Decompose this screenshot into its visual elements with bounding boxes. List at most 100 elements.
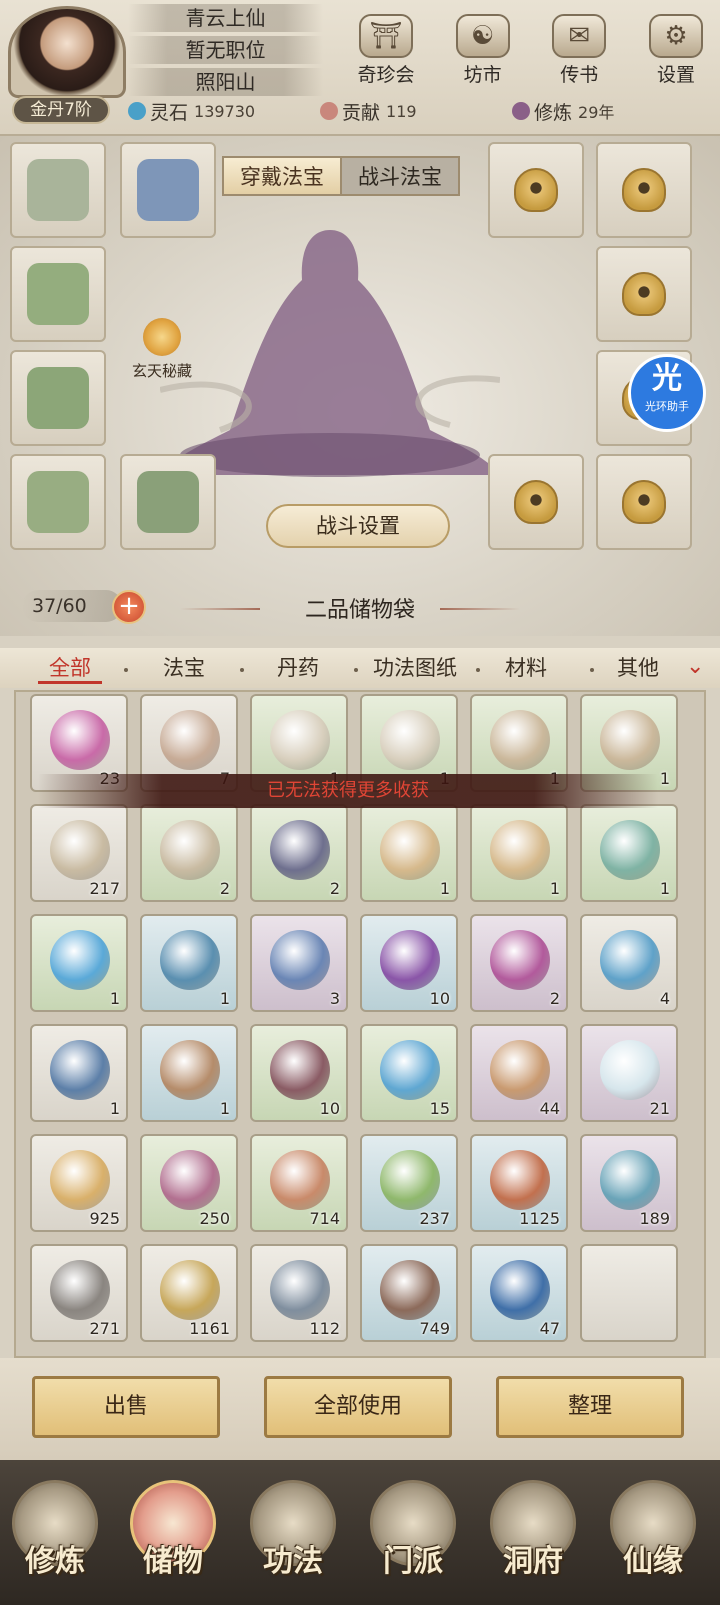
nav-sect[interactable]: 门派 bbox=[358, 1480, 468, 1580]
locked-slot[interactable] bbox=[596, 142, 692, 238]
nav-fate[interactable]: 仙缘 bbox=[598, 1480, 708, 1580]
inventory-item[interactable]: 2 bbox=[250, 804, 348, 902]
inventory-item[interactable]: 1 bbox=[470, 804, 568, 902]
locked-slot[interactable] bbox=[596, 454, 692, 550]
inventory-item[interactable]: 21 bbox=[580, 1024, 678, 1122]
inventory-item[interactable]: 2 bbox=[140, 804, 238, 902]
settings-button[interactable]: ⚙ 设置 bbox=[636, 14, 716, 87]
gloves-icon bbox=[27, 367, 89, 429]
nav-manuals[interactable]: 功法 bbox=[238, 1480, 348, 1580]
item-quantity: 1 bbox=[109, 1099, 120, 1118]
inventory-item[interactable]: 4 bbox=[580, 914, 678, 1012]
letters-button[interactable]: ✉ 传书 bbox=[539, 14, 619, 87]
tab-treasure[interactable]: 法宝 bbox=[152, 652, 216, 684]
chevron-down-icon[interactable]: ⌄ bbox=[686, 654, 704, 679]
nav-storage[interactable]: 储物 bbox=[118, 1480, 228, 1580]
tab-battle-treasure[interactable]: 战斗法宝 bbox=[342, 156, 460, 196]
pants-slot[interactable] bbox=[10, 454, 106, 550]
inventory-item[interactable]: 1161 bbox=[140, 1244, 238, 1342]
inventory-item[interactable]: 217 bbox=[30, 804, 128, 902]
market-button[interactable]: ☯ 坊市 bbox=[443, 14, 523, 87]
contribution-label: 贡献 bbox=[342, 101, 381, 124]
item-quantity: 47 bbox=[539, 1319, 560, 1338]
inventory-item[interactable]: 925 bbox=[30, 1134, 128, 1232]
item-icon bbox=[600, 820, 660, 880]
inventory-item[interactable]: 10 bbox=[360, 914, 458, 1012]
inventory-item[interactable]: 1 bbox=[30, 1024, 128, 1122]
item-icon bbox=[490, 1150, 550, 1210]
tab-wear-treasure[interactable]: 穿戴法宝 bbox=[222, 156, 342, 196]
item-icon bbox=[160, 1040, 220, 1100]
inventory-item[interactable]: 3 bbox=[250, 914, 348, 1012]
spirit-stone-icon bbox=[128, 102, 146, 120]
spirit-stone-resource: 灵石 139730 bbox=[128, 96, 255, 126]
nav-cave[interactable]: 洞府 bbox=[478, 1480, 588, 1580]
inventory-item[interactable]: 1 bbox=[360, 804, 458, 902]
inventory-item[interactable]: 271 bbox=[30, 1244, 128, 1342]
nav-label: 洞府 bbox=[503, 1544, 563, 1579]
battle-settings-button[interactable]: 战斗设置 bbox=[266, 504, 450, 548]
item-quantity: 217 bbox=[89, 879, 120, 898]
treasure-pavilion-button[interactable]: ⛩ 奇珍会 bbox=[346, 14, 426, 87]
sell-button[interactable]: 出售 bbox=[32, 1376, 220, 1438]
inventory-item[interactable]: 714 bbox=[250, 1134, 348, 1232]
inventory-item[interactable]: 1 bbox=[140, 914, 238, 1012]
inventory-item[interactable]: 189 bbox=[580, 1134, 678, 1232]
nav-cultivation[interactable]: 修炼 bbox=[0, 1480, 110, 1580]
inventory-item[interactable] bbox=[580, 1244, 678, 1342]
use-all-button[interactable]: 全部使用 bbox=[264, 1376, 452, 1438]
boots-slot[interactable] bbox=[120, 454, 216, 550]
item-icon bbox=[160, 820, 220, 880]
item-icon bbox=[160, 710, 220, 770]
locked-slot[interactable] bbox=[488, 454, 584, 550]
inventory-item[interactable]: 112 bbox=[250, 1244, 348, 1342]
gloves-slot[interactable] bbox=[10, 350, 106, 446]
tab-manuals[interactable]: 功法图纸 bbox=[360, 652, 470, 684]
boots-icon bbox=[137, 471, 199, 533]
item-icon bbox=[600, 1150, 660, 1210]
locked-slot[interactable] bbox=[488, 142, 584, 238]
item-quantity: 3 bbox=[329, 989, 340, 1008]
robe-slot[interactable] bbox=[10, 246, 106, 342]
item-icon bbox=[270, 1260, 330, 1320]
tab-pills[interactable]: 丹药 bbox=[266, 652, 330, 684]
top-bar: 金丹7阶 青云上仙 暂无职位 照阳山 ⛩ 奇珍会 ☯ 坊市 ✉ 传书 ⚙ 设置 bbox=[0, 0, 720, 136]
inventory-item[interactable]: 1125 bbox=[470, 1134, 568, 1232]
item-icon bbox=[490, 930, 550, 990]
tab-materials[interactable]: 材料 bbox=[494, 652, 558, 684]
tab-other[interactable]: 其他 bbox=[606, 652, 670, 684]
robe-icon bbox=[27, 263, 89, 325]
event-entry[interactable]: 玄天秘藏 bbox=[122, 318, 202, 381]
item-quantity: 1 bbox=[549, 879, 560, 898]
avatar[interactable] bbox=[8, 6, 126, 98]
inventory-item[interactable]: 47 bbox=[470, 1244, 568, 1342]
inventory-item[interactable]: 1 bbox=[580, 804, 678, 902]
inventory-item[interactable]: 250 bbox=[140, 1134, 238, 1232]
inventory-item[interactable]: 1 bbox=[30, 914, 128, 1012]
inventory-item[interactable]: 1 bbox=[140, 1024, 238, 1122]
item-icon bbox=[50, 1260, 110, 1320]
event-label: 玄天秘藏 bbox=[131, 362, 192, 380]
locked-slot[interactable] bbox=[596, 246, 692, 342]
meditating-character-figure bbox=[160, 230, 500, 477]
sort-button[interactable]: 整理 bbox=[496, 1376, 684, 1438]
letters-label: 传书 bbox=[560, 64, 599, 86]
item-icon bbox=[600, 930, 660, 990]
necklace-slot[interactable] bbox=[10, 142, 106, 238]
inventory-item[interactable]: 237 bbox=[360, 1134, 458, 1232]
helmet-slot[interactable] bbox=[120, 142, 216, 238]
item-icon bbox=[270, 1150, 330, 1210]
lock-icon bbox=[622, 272, 666, 316]
inventory-item[interactable]: 44 bbox=[470, 1024, 568, 1122]
helper-floating-button[interactable]: 光 光环助手 bbox=[628, 354, 706, 432]
player-title: 青云上仙 bbox=[128, 4, 323, 32]
tab-all[interactable]: 全部 bbox=[38, 652, 102, 684]
inventory-item[interactable]: 749 bbox=[360, 1244, 458, 1342]
equipment-tabs: 穿戴法宝 战斗法宝 bbox=[222, 156, 460, 198]
item-icon bbox=[380, 930, 440, 990]
inventory-item[interactable]: 2 bbox=[470, 914, 568, 1012]
nav-label: 储物 bbox=[143, 1544, 203, 1579]
expand-bag-button[interactable]: + bbox=[112, 590, 146, 624]
inventory-item[interactable]: 15 bbox=[360, 1024, 458, 1122]
inventory-item[interactable]: 10 bbox=[250, 1024, 348, 1122]
